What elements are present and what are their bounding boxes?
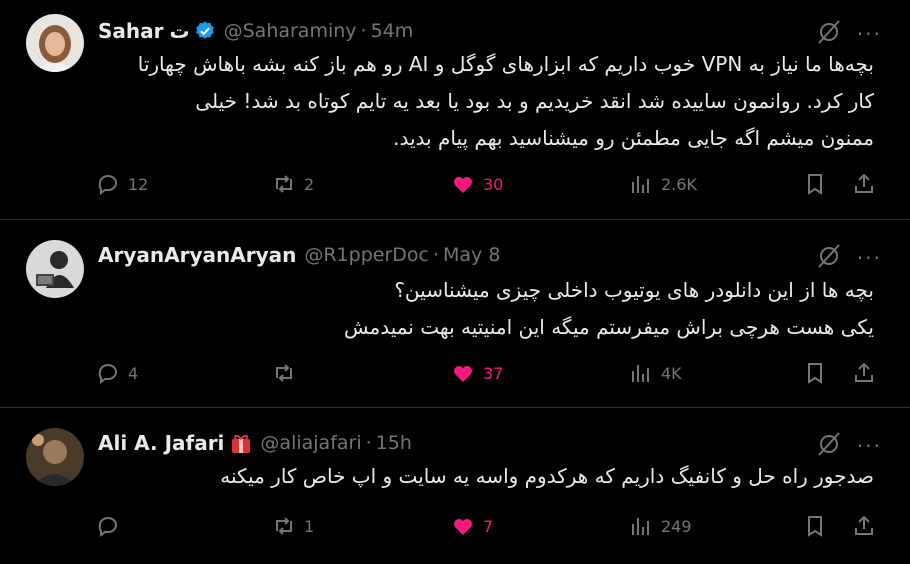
tweet-text-line: یکی هست هرچی براش میفرستم میگه این امنیت…	[343, 315, 874, 339]
repost-icon	[276, 175, 292, 193]
tweet-text-line: کار کرد. روانمون ساییده شد انقد خریدیم و…	[195, 89, 874, 113]
reply-button[interactable]	[96, 514, 128, 538]
more-options-button[interactable]: ···	[857, 248, 882, 268]
more-options-button[interactable]: ···	[857, 24, 882, 44]
reply-button[interactable]: 12	[96, 172, 148, 196]
like-count: 7	[483, 516, 494, 536]
views-button[interactable]: 2.6K	[629, 172, 697, 196]
repost-button[interactable]: 2	[272, 172, 314, 196]
reply-icon	[98, 517, 117, 537]
red-gift-badge-icon	[230, 431, 252, 455]
user-handle[interactable]: @Saharaminy	[224, 20, 357, 42]
separator-dot: ·	[365, 432, 372, 454]
share-button[interactable]	[852, 361, 876, 385]
share-icon	[855, 362, 873, 382]
heart-icon	[454, 177, 472, 193]
bookmark-button[interactable]	[803, 514, 827, 538]
timestamp[interactable]: 15h	[376, 432, 412, 454]
bookmark-icon	[808, 363, 822, 384]
like-count: 37	[483, 363, 504, 383]
tweet-text-line: بچه ها از این دانلودر های یوتیوب داخلی چ…	[394, 278, 874, 302]
display-name[interactable]: AryanAryanAryan	[98, 243, 296, 267]
bookmark-icon	[808, 174, 822, 195]
tweet-actions: 12 2 30 2.6K	[96, 172, 882, 202]
repost-button[interactable]	[272, 361, 304, 385]
tweet-text-line: صدجور راه حل و کانفیگ داریم که هرکدوم وا…	[220, 464, 874, 488]
tweet-header: AryanAryanAryan @R1pperDoc · May 8	[98, 242, 500, 268]
separator-dot: ·	[432, 244, 440, 266]
tweet-top-actions: ···	[815, 242, 882, 274]
avatar[interactable]	[26, 240, 84, 298]
bookmark-button[interactable]	[803, 361, 827, 385]
share-button[interactable]	[852, 514, 876, 538]
verified-badge-icon	[194, 20, 216, 42]
like-count: 30	[483, 174, 504, 194]
reply-icon	[98, 175, 117, 195]
more-options-button[interactable]: ···	[857, 436, 882, 456]
timestamp[interactable]: May 8	[443, 244, 500, 266]
tweet-text-line: ممنون میشم اگه جایی مطمئن رو میشناسید به…	[393, 126, 874, 150]
tweet-actions: 4 37 4K	[96, 361, 882, 391]
tweet-actions: 1 7 249	[96, 514, 882, 544]
tweet[interactable]: AryanAryanAryan @R1pperDoc · May 8 ··· ب…	[0, 220, 910, 408]
reply-button[interactable]: 4	[96, 361, 138, 385]
heart-icon	[454, 519, 472, 535]
avatar[interactable]	[26, 14, 84, 72]
views-icon	[632, 518, 649, 535]
tweet-text-line: بچه‌ها ما نیاز به VPN خوب داریم که ابزار…	[137, 52, 874, 76]
user-handle[interactable]: @R1pperDoc	[304, 244, 429, 266]
views-icon	[632, 176, 649, 193]
reply-icon	[98, 364, 117, 384]
user-handle[interactable]: @aliajafari	[260, 432, 361, 454]
tweet-header: Ali A. Jafari @aliajafari · 15h	[98, 430, 412, 456]
tweet-text: بچه ها از این دانلودر های یوتیوب داخلی چ…	[344, 272, 874, 346]
view-count: 2.6K	[661, 174, 697, 194]
separator-dot: ·	[360, 20, 367, 42]
grok-icon[interactable]	[815, 242, 843, 274]
bookmark-button[interactable]	[803, 172, 827, 196]
repost-icon	[276, 364, 292, 382]
tweet[interactable]: Ali A. Jafari @aliajafari · 15h ··· صدجو…	[0, 408, 910, 564]
display-name[interactable]: Sahar	[98, 19, 164, 43]
timestamp[interactable]: 54m	[371, 20, 414, 42]
reply-count: 12	[128, 174, 149, 194]
tweet[interactable]: Sahar ت @Saharaminy · 54m ··· بچه‌ها ما …	[0, 0, 910, 220]
like-button[interactable]: 30	[451, 172, 503, 196]
view-count: 4K	[661, 363, 682, 383]
tweet-header: Sahar ت @Saharaminy · 54m	[98, 18, 413, 44]
views-icon	[632, 365, 649, 382]
avatar[interactable]	[26, 428, 84, 486]
view-count: 249	[661, 516, 692, 536]
share-button[interactable]	[852, 172, 876, 196]
heart-icon	[454, 366, 472, 382]
display-name-suffix: ت	[169, 19, 190, 43]
views-button[interactable]: 249	[629, 514, 692, 538]
display-name[interactable]: Ali A. Jafari	[98, 431, 224, 455]
tweet-text: صدجور راه حل و کانفیگ داریم که هرکدوم وا…	[220, 458, 874, 495]
bookmark-icon	[808, 516, 822, 537]
repost-count: 1	[304, 516, 315, 536]
views-button[interactable]: 4K	[629, 361, 682, 385]
like-button[interactable]: 7	[451, 514, 493, 538]
share-icon	[855, 173, 873, 193]
reply-count: 4	[128, 363, 139, 383]
tweet-text: بچه‌ها ما نیاز به VPN خوب داریم که ابزار…	[138, 46, 874, 157]
repost-count: 2	[304, 174, 315, 194]
repost-button[interactable]: 1	[272, 514, 314, 538]
repost-icon	[276, 517, 292, 535]
share-icon	[855, 515, 873, 535]
like-button[interactable]: 37	[451, 361, 503, 385]
